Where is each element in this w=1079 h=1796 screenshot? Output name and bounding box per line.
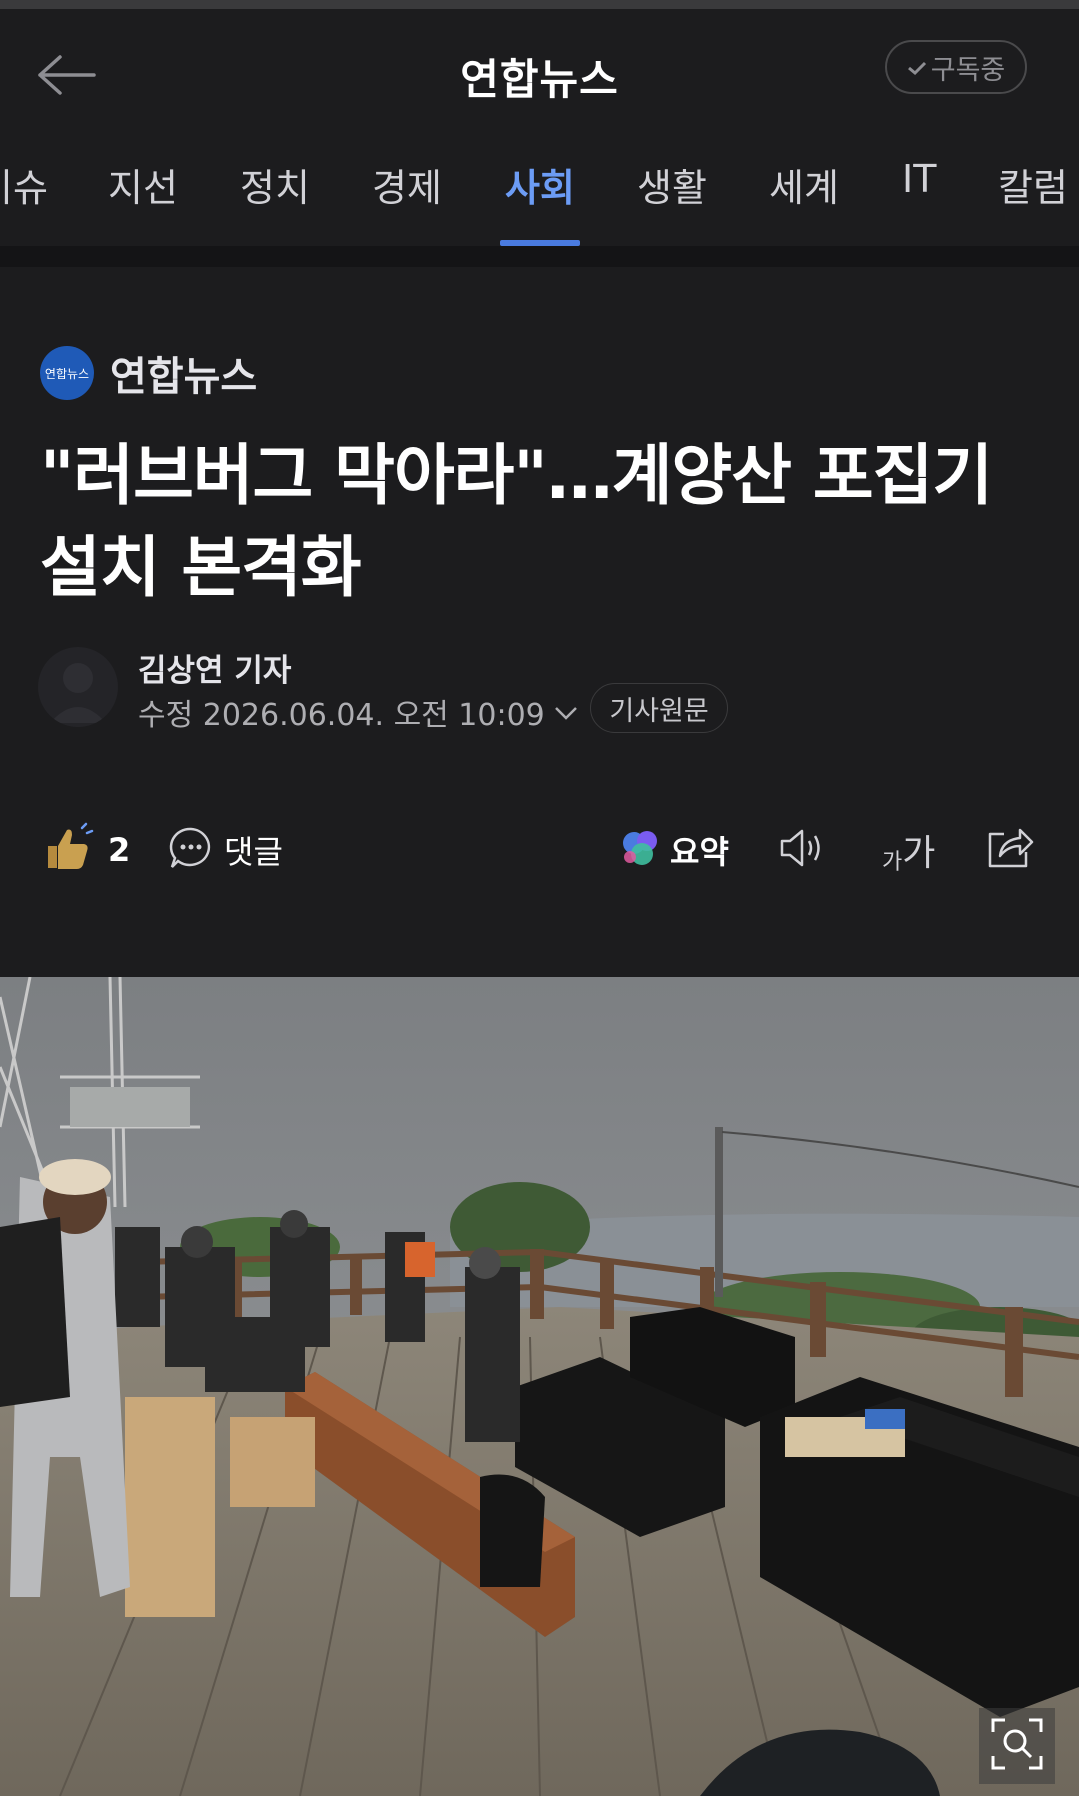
summary-label: 요약 [670, 833, 729, 871]
speaker-icon [778, 825, 830, 875]
like-count: 2 [108, 831, 131, 869]
comment-bubble-icon [168, 825, 214, 875]
original-article-button[interactable]: 기사원문 [590, 683, 728, 733]
category-tabs: 이슈 지선 정치 경제 사회 생활 세계 IT 칼럼 [0, 131, 1079, 247]
font-size-icon: 가 가 [882, 833, 936, 875]
publisher-name: 연합뉴스 [110, 354, 258, 400]
byline: 김상연 기자 수정 2026.06.04. 오전 10:09 기사원문 [38, 645, 1038, 745]
tab-society[interactable]: 사회 [500, 157, 580, 246]
app-header: 연합뉴스 구독중 [0, 9, 1079, 131]
article-date[interactable]: 수정 2026.06.04. 오전 10:09 [138, 690, 579, 734]
tab-issue[interactable]: 이슈 [0, 157, 48, 246]
tab-economy[interactable]: 경제 [372, 157, 442, 246]
zoom-button[interactable] [979, 1708, 1055, 1784]
summary-button[interactable]: 요약 [620, 810, 729, 890]
article-headline: "러브버그 막아라"…계양산 포집기 설치 본격화 [40, 430, 1050, 614]
subscribe-button[interactable]: 구독중 [885, 40, 1027, 94]
tab-it[interactable]: IT [902, 157, 936, 246]
check-icon [907, 52, 927, 83]
comment-button[interactable]: 댓글 [168, 810, 283, 890]
chevron-down-icon [553, 695, 579, 730]
tab-world[interactable]: 세계 [769, 157, 839, 246]
headline-line-2: 설치 본격화 [40, 529, 362, 606]
article-photo[interactable] [0, 977, 1079, 1796]
reporter-avatar[interactable] [38, 647, 118, 727]
share-icon [984, 824, 1036, 876]
subscribe-label: 구독중 [930, 54, 1006, 86]
tab-local-election[interactable]: 지선 [108, 157, 178, 246]
section-divider [0, 246, 1079, 267]
share-button[interactable] [984, 810, 1036, 890]
text-to-speech-button[interactable] [778, 810, 830, 890]
zoom-icon [989, 1716, 1045, 1776]
tab-politics[interactable]: 정치 [240, 157, 310, 246]
publisher-logo: 연합뉴스 [40, 346, 94, 400]
like-button[interactable]: 2 [42, 810, 130, 890]
article-action-bar: 2 댓글 요약 가 가 [0, 810, 1079, 890]
tab-column[interactable]: 칼럼 [998, 157, 1068, 246]
top-status-strip [0, 0, 1079, 9]
headline-line-1: "러브버그 막아라"…계양산 포집기 [40, 437, 993, 514]
ai-summary-icon [620, 827, 662, 873]
font-size-button[interactable]: 가 가 [882, 810, 935, 890]
comment-label: 댓글 [224, 833, 283, 871]
publisher-link[interactable]: 연합뉴스 연합뉴스 [40, 345, 257, 401]
tab-life[interactable]: 생활 [637, 157, 707, 246]
thumbs-up-icon [42, 822, 94, 878]
reporter-name[interactable]: 김상연 기자 [138, 645, 291, 690]
